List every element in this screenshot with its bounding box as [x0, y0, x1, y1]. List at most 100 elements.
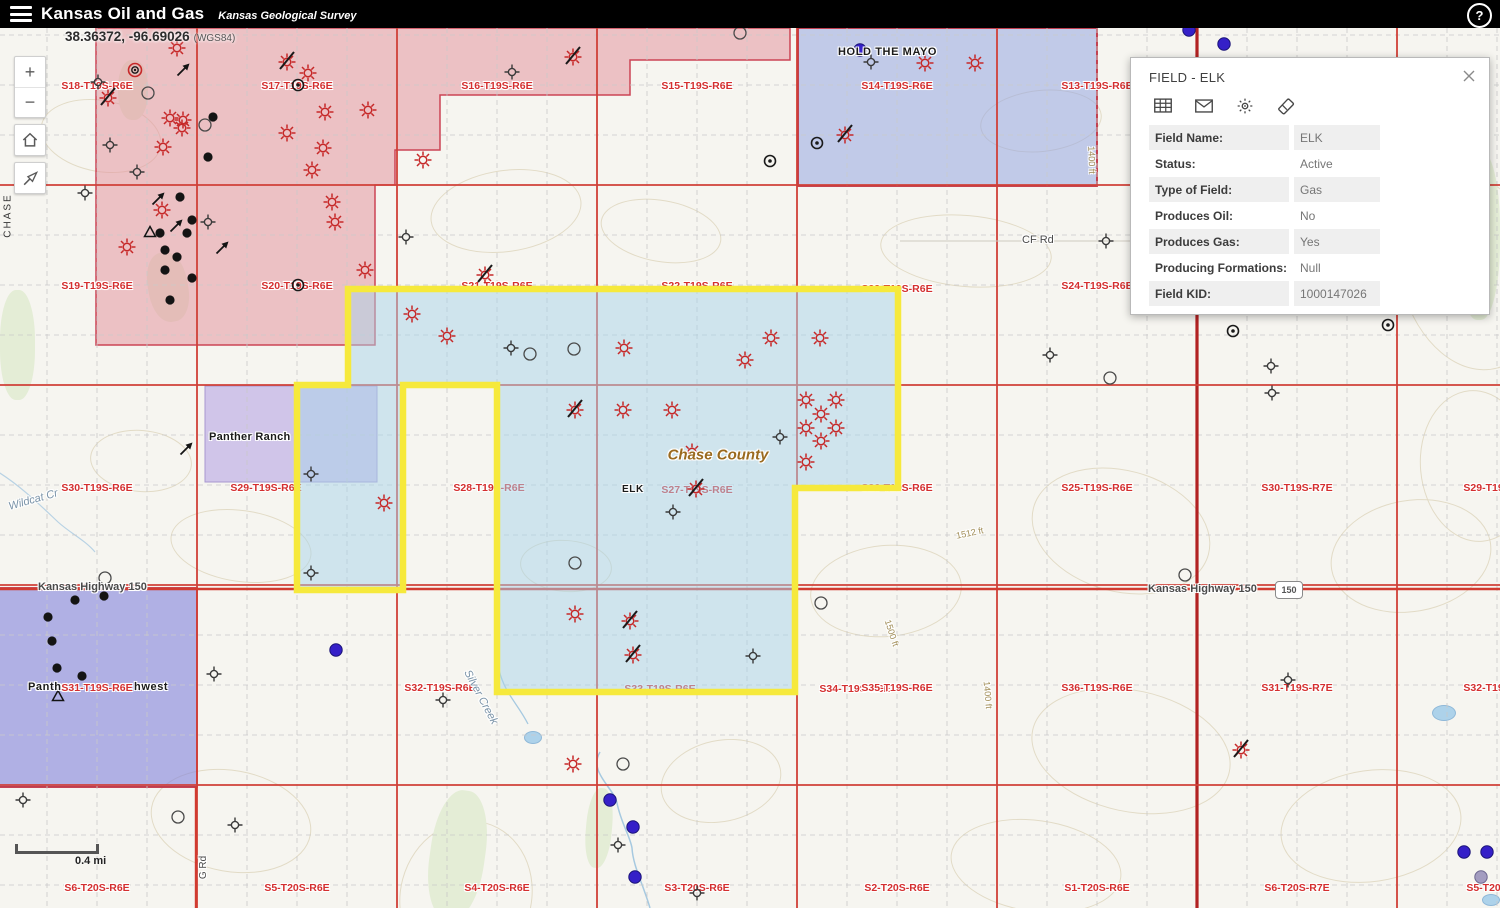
menu-icon[interactable]: [10, 6, 32, 22]
well-dry[interactable]: [304, 467, 319, 482]
well-gas-abd[interactable]: [279, 52, 296, 71]
well-oil[interactable]: [155, 228, 164, 237]
well-blue[interactable]: [1218, 38, 1230, 50]
well-gas[interactable]: [828, 420, 845, 437]
well-circdot[interactable]: [765, 156, 776, 167]
well-dry[interactable]: [1043, 348, 1058, 363]
well-dry[interactable]: [1264, 359, 1279, 374]
well-dry[interactable]: [78, 186, 93, 201]
well-dry[interactable]: [1265, 386, 1280, 401]
close-icon[interactable]: [1461, 68, 1477, 84]
well-oil[interactable]: [77, 671, 86, 680]
well-circle[interactable]: [142, 87, 154, 99]
well-dry[interactable]: [16, 793, 31, 808]
well-gas-abd[interactable]: [688, 479, 705, 498]
well-gas[interactable]: [415, 152, 432, 169]
well-gas[interactable]: [616, 340, 633, 357]
well-oil[interactable]: [43, 612, 52, 621]
well-gas[interactable]: [813, 406, 830, 423]
well-oil[interactable]: [52, 663, 61, 672]
well-oil[interactable]: [160, 265, 169, 274]
well-gas-abd[interactable]: [100, 88, 117, 107]
well-gas[interactable]: [763, 330, 780, 347]
table-icon[interactable]: [1151, 95, 1175, 117]
well-gas[interactable]: [439, 328, 456, 345]
well-dry[interactable]: [773, 430, 788, 445]
well-dry[interactable]: [436, 693, 451, 708]
well-dry[interactable]: [505, 65, 520, 80]
well-circle[interactable]: [617, 758, 629, 770]
well-dry[interactable]: [611, 838, 626, 853]
well-oil[interactable]: [182, 228, 191, 237]
well-gas[interactable]: [324, 194, 341, 211]
well-circle[interactable]: [568, 343, 580, 355]
well-gas[interactable]: [279, 125, 296, 142]
well-arrow[interactable]: [171, 220, 183, 232]
well-arrow[interactable]: [178, 64, 190, 76]
well-arrow[interactable]: [217, 242, 229, 254]
well-oil[interactable]: [187, 215, 196, 224]
well-circle[interactable]: [524, 348, 536, 360]
well-dry[interactable]: [130, 165, 145, 180]
zoom-out-button[interactable]: −: [15, 87, 45, 117]
well-gas[interactable]: [798, 454, 815, 471]
well-gas-abd[interactable]: [1233, 740, 1250, 759]
well-circdot[interactable]: [1228, 326, 1239, 337]
well-circle[interactable]: [172, 811, 184, 823]
well-oil[interactable]: [47, 636, 56, 645]
previous-extent-button[interactable]: [15, 163, 45, 193]
home-button[interactable]: [15, 125, 45, 155]
well-dry[interactable]: [304, 566, 319, 581]
well-gas-abd[interactable]: [477, 265, 494, 284]
well-gray-dot[interactable]: [1475, 871, 1487, 883]
well-gas[interactable]: [684, 444, 701, 461]
well-gas[interactable]: [155, 139, 172, 156]
well-gas[interactable]: [162, 110, 179, 127]
well-dry[interactable]: [504, 341, 519, 356]
well-gas[interactable]: [300, 65, 317, 82]
well-gas[interactable]: [917, 55, 934, 72]
well-circle[interactable]: [815, 597, 827, 609]
well-gas[interactable]: [404, 306, 421, 323]
well-gas[interactable]: [317, 104, 334, 121]
well-gas[interactable]: [798, 420, 815, 437]
well-circdot[interactable]: [1383, 320, 1394, 331]
well-oil[interactable]: [175, 192, 184, 201]
well-blue[interactable]: [1458, 846, 1470, 858]
well-dry[interactable]: [228, 818, 243, 833]
well-oil[interactable]: [70, 595, 79, 604]
help-icon[interactable]: ?: [1467, 3, 1492, 28]
well-dry[interactable]: [207, 667, 222, 682]
well-dry[interactable]: [201, 215, 216, 230]
well-gas[interactable]: [304, 162, 321, 179]
well-gas[interactable]: [119, 239, 136, 256]
well-triangle[interactable]: [53, 691, 64, 701]
well-gas-abd[interactable]: [622, 611, 639, 630]
well-blue[interactable]: [604, 794, 616, 806]
well-dry[interactable]: [399, 230, 414, 245]
well-dry[interactable]: [1281, 673, 1296, 688]
well-gas[interactable]: [174, 120, 191, 137]
well-oil[interactable]: [99, 591, 108, 600]
tag-icon[interactable]: [1274, 95, 1298, 117]
well-gas[interactable]: [812, 330, 829, 347]
well-dry[interactable]: [1099, 234, 1114, 249]
well-dry[interactable]: [690, 886, 705, 901]
envelope-icon[interactable]: [1192, 95, 1216, 117]
well-gas[interactable]: [360, 102, 377, 119]
well-circle[interactable]: [99, 572, 111, 584]
well-dry[interactable]: [103, 138, 118, 153]
well-circdot[interactable]: [293, 280, 304, 291]
well-blue[interactable]: [330, 644, 342, 656]
well-oil[interactable]: [160, 245, 169, 254]
well-circle[interactable]: [1104, 372, 1116, 384]
well-gas[interactable]: [567, 606, 584, 623]
well-oil[interactable]: [203, 152, 212, 161]
well-blue[interactable]: [1481, 846, 1493, 858]
well-circle[interactable]: [199, 119, 211, 131]
well-dry[interactable]: [91, 75, 106, 90]
well-circle[interactable]: [569, 557, 581, 569]
well-blue[interactable]: [854, 44, 866, 56]
well-dry[interactable]: [666, 505, 681, 520]
well-gas[interactable]: [315, 140, 332, 157]
